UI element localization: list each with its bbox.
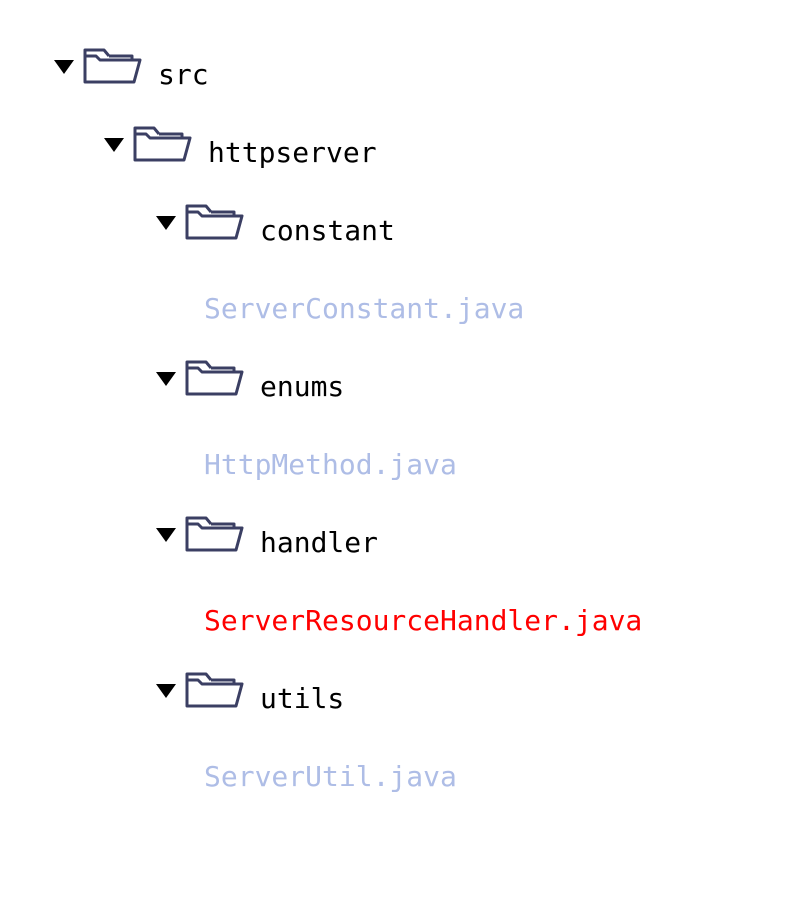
tree-row-serverresourcehandler[interactable]: ServerResourceHandler.java	[0, 574, 800, 652]
tree-label: enums	[260, 373, 344, 401]
folder-icon	[184, 354, 248, 404]
chevron-down-icon	[156, 216, 176, 230]
tree-label: httpserver	[208, 139, 377, 167]
chevron-down-icon	[54, 60, 74, 74]
chevron-down-icon	[156, 528, 176, 542]
file-icon	[140, 744, 182, 794]
folder-icon	[82, 42, 146, 92]
tree-label: ServerUtil.java	[204, 763, 457, 791]
tree-row-utils[interactable]: utils	[0, 652, 800, 730]
folder-icon	[184, 666, 248, 716]
tree-row-enums[interactable]: enums	[0, 340, 800, 418]
tree-row-httpserver[interactable]: httpserver	[0, 106, 800, 184]
tree-label: ServerConstant.java	[204, 295, 524, 323]
file-tree: src httpserver constant ServerConstant.j…	[0, 0, 800, 808]
file-icon	[140, 588, 182, 638]
tree-row-constant[interactable]: constant	[0, 184, 800, 262]
file-icon	[140, 432, 182, 482]
file-icon	[140, 276, 182, 326]
tree-label: utils	[260, 685, 344, 713]
tree-label: handler	[260, 529, 378, 557]
tree-row-handler[interactable]: handler	[0, 496, 800, 574]
tree-row-src[interactable]: src	[0, 28, 800, 106]
tree-row-serverconstant[interactable]: ServerConstant.java	[0, 262, 800, 340]
folder-icon	[184, 198, 248, 248]
tree-row-httpmethod[interactable]: HttpMethod.java	[0, 418, 800, 496]
chevron-down-icon	[104, 138, 124, 152]
tree-label: constant	[260, 217, 395, 245]
folder-icon	[132, 120, 196, 170]
folder-icon	[184, 510, 248, 560]
tree-label: ServerResourceHandler.java	[204, 607, 642, 635]
tree-label: HttpMethod.java	[204, 451, 457, 479]
chevron-down-icon	[156, 684, 176, 698]
chevron-down-icon	[156, 372, 176, 386]
tree-row-serverutil[interactable]: ServerUtil.java	[0, 730, 800, 808]
tree-label: src	[158, 61, 209, 89]
